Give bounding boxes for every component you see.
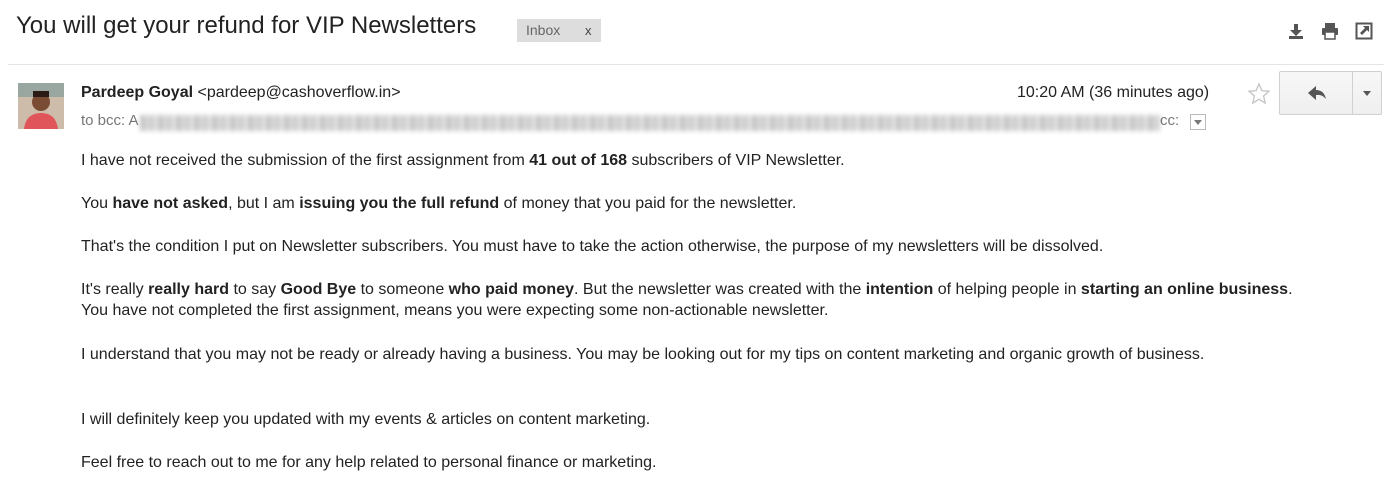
open-in-new-window-icon[interactable] bbox=[1355, 22, 1373, 40]
body-bold-text: who paid money bbox=[448, 281, 574, 298]
reply-arrow-icon bbox=[1308, 86, 1326, 100]
inbox-label-text: Inbox bbox=[526, 22, 561, 38]
body-text-run: I understand that you may not be ready o… bbox=[81, 346, 1205, 363]
reply-button-group bbox=[1279, 71, 1382, 115]
body-text-run: That's the condition I put on Newsletter… bbox=[81, 238, 1104, 255]
body-bold-text: starting an online business bbox=[1080, 281, 1289, 298]
body-text-run: I have not received the submission of th… bbox=[81, 152, 530, 169]
body-text-run: to say bbox=[229, 281, 281, 298]
body-paragraph: You have not asked, but I am issuing you… bbox=[81, 193, 1316, 214]
body-paragraph: Feel free to reach out to me for any hel… bbox=[81, 452, 1316, 473]
print-icon[interactable] bbox=[1321, 22, 1339, 40]
remove-label-button[interactable]: x bbox=[585, 19, 592, 42]
body-bold-text: intention bbox=[865, 281, 934, 298]
body-text-run: You bbox=[81, 195, 113, 212]
body-text-run: , but I am bbox=[228, 195, 300, 212]
recipients-tail: cc: bbox=[1160, 112, 1180, 129]
body-text-run: to someone bbox=[356, 281, 449, 298]
caret-down-icon bbox=[1363, 91, 1371, 96]
body-bold-text: 41 out of 168 bbox=[529, 152, 628, 169]
body-bold-text: issuing you the full refund bbox=[299, 195, 500, 212]
body-text-run: of money that you paid for the newslette… bbox=[499, 195, 797, 212]
email-timestamp: 10:20 AM (36 minutes ago) bbox=[1017, 84, 1210, 101]
body-paragraph: I have not received the submission of th… bbox=[81, 150, 1316, 171]
show-details-toggle[interactable] bbox=[1190, 114, 1206, 130]
sender-email: <pardeep@cashoverflow.in> bbox=[197, 84, 401, 101]
download-icon[interactable] bbox=[1287, 22, 1305, 40]
reply-button[interactable] bbox=[1280, 72, 1352, 114]
email-subject: You will get your refund for VIP Newslet… bbox=[16, 12, 477, 39]
body-bold-text: have not asked bbox=[112, 195, 229, 212]
body-bold-text: Good Bye bbox=[280, 281, 357, 298]
body-text-run: of helping people in bbox=[933, 281, 1081, 298]
sender-line: Pardeep Goyal <pardeep@cashoverflow.in> bbox=[81, 84, 401, 102]
subject-bar: You will get your refund for VIP Newslet… bbox=[0, 0, 1400, 64]
body-paragraph: It's really really hard to say Good Bye … bbox=[81, 279, 1316, 321]
body-text-run: I will definitely keep you updated with … bbox=[81, 411, 651, 428]
star-icon[interactable] bbox=[1247, 82, 1271, 106]
more-actions-button[interactable] bbox=[1353, 72, 1381, 114]
body-text-run: subscribers of VIP Newsletter. bbox=[627, 152, 845, 169]
sender-name[interactable]: Pardeep Goyal bbox=[81, 84, 193, 101]
body-text-run: Feel free to reach out to me for any hel… bbox=[81, 454, 657, 471]
body-paragraph: I will definitely keep you updated with … bbox=[81, 409, 1316, 430]
recipients-prefix: to bcc: A bbox=[81, 112, 139, 129]
redacted-recipients bbox=[140, 115, 1160, 131]
body-paragraph: That's the condition I put on Newsletter… bbox=[81, 236, 1316, 257]
body-text-run: It's really bbox=[81, 281, 149, 298]
body-paragraph: I understand that you may not be ready o… bbox=[81, 344, 1316, 365]
sender-avatar[interactable] bbox=[18, 83, 64, 129]
body-text-run: . But the newsletter was created with th… bbox=[574, 281, 866, 298]
body-bold-text: really hard bbox=[148, 281, 230, 298]
inbox-label[interactable]: Inbox x bbox=[517, 19, 601, 42]
chevron-down-icon bbox=[1194, 120, 1202, 125]
header-divider bbox=[8, 64, 1384, 65]
